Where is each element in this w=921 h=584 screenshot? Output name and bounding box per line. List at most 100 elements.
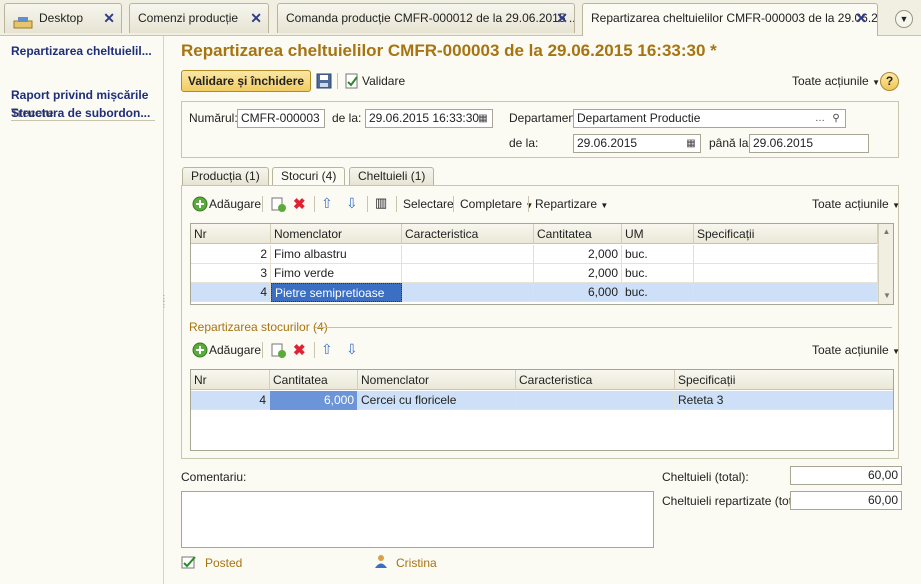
move-down-icon[interactable]: ⇩ <box>346 195 358 212</box>
chevron-down-icon: ▼ <box>525 201 534 210</box>
distributed-field[interactable]: 60,00 <box>790 491 902 510</box>
chevron-down-icon: ▼ <box>892 347 900 356</box>
comment-textarea[interactable] <box>181 491 654 548</box>
table-row[interactable]: 2 Fimo albastru 2,000 buc. <box>191 245 893 264</box>
department-value: Departament Productie <box>577 111 701 125</box>
quantity-cell: 6,000 <box>534 283 622 302</box>
column-header[interactable]: Nr <box>191 224 271 244</box>
close-icon[interactable]: ✕ <box>103 4 115 32</box>
item-cell[interactable]: Pietre semipretioase <box>271 283 402 302</box>
copy-icon[interactable] <box>270 196 286 212</box>
save-icon[interactable] <box>316 73 332 89</box>
tab-cheltuieli[interactable]: Cheltuieli (1) <box>349 167 435 185</box>
save-close-button[interactable]: Validare și închidere <box>181 70 311 92</box>
add-icon <box>192 196 208 212</box>
ellipsis-icon[interactable]: … <box>812 110 828 127</box>
column-header[interactable]: Specificații <box>675 370 893 390</box>
help-button[interactable]: ? <box>880 72 899 91</box>
table-header: Nr Cantitatea Nomenclator Caracteristica… <box>191 370 893 390</box>
scroll-up-icon[interactable]: ▲ <box>879 224 893 240</box>
close-icon[interactable]: ✕ <box>855 4 867 32</box>
sidebar-item-report[interactable]: Raport privind mișcările <box>11 88 148 102</box>
table-row[interactable]: 3 Fimo verde 2,000 buc. <box>191 264 893 283</box>
date-value: 29.06.2015 16:33:30 <box>369 111 480 125</box>
divider <box>528 196 529 212</box>
column-header[interactable]: Nomenclator <box>271 224 402 244</box>
copy-icon[interactable] <box>270 342 286 358</box>
tab-desktop[interactable]: Desktop ✕ <box>4 3 122 33</box>
number-field[interactable]: CMFR-000003 <box>237 109 325 128</box>
sidebar-item-structure[interactable]: Structura de subordon... <box>11 106 150 120</box>
distribute-label: Repartizare <box>535 197 598 211</box>
to-date-field[interactable]: 29.06.2015 <box>749 134 869 153</box>
tab-label: Repartizarea cheltuielilor CMFR-000003 d… <box>591 11 878 25</box>
divider <box>314 196 315 212</box>
move-down-icon[interactable]: ⇩ <box>346 341 358 358</box>
stocks-table[interactable]: Nr Nomenclator Caracteristica Cantitatea… <box>190 223 894 305</box>
stocks-all-actions-menu[interactable]: Toate acțiunile ▼ <box>812 196 900 214</box>
barcode-icon[interactable]: ▥ <box>375 195 387 211</box>
tab-label: Comanda producție CMFR-000012 de la 29.0… <box>286 11 575 25</box>
search-icon[interactable]: ⚲ <box>828 110 844 127</box>
department-label: Departament: <box>509 111 582 125</box>
comment-label: Comentariu: <box>181 470 247 484</box>
add-button[interactable]: Adăugare <box>209 196 261 212</box>
add-button[interactable]: Adăugare <box>209 342 261 358</box>
total-field[interactable]: 60,00 <box>790 466 902 485</box>
column-header[interactable]: UM <box>622 224 694 244</box>
move-up-icon[interactable]: ⇧ <box>321 341 333 358</box>
tab-repartizarea[interactable]: Repartizarea cheltuielilor CMFR-000003 d… <box>582 3 878 36</box>
sidebar-item-current[interactable]: Repartizarea cheltuielil... <box>11 44 152 58</box>
column-header[interactable]: Caracteristica <box>516 370 675 390</box>
item-cell: Fimo albastru <box>271 245 402 264</box>
scroll-down-icon[interactable]: ▼ <box>879 288 893 304</box>
divider <box>337 73 338 89</box>
from-date-value: 29.06.2015 <box>577 136 638 150</box>
add-icon <box>192 342 208 358</box>
tabs-menu-chevron-icon[interactable]: ▼ <box>895 10 913 28</box>
all-actions-menu[interactable]: Toate acțiunile ▼ <box>792 73 880 91</box>
column-header[interactable]: Nomenclator <box>358 370 516 390</box>
tab-comenzi[interactable]: Comenzi producție ✕ <box>129 3 269 33</box>
complete-menu[interactable]: Completare ▼ <box>460 196 533 214</box>
post-button[interactable]: Validare <box>362 73 405 89</box>
item-cell: Fimo verde <box>271 264 402 283</box>
department-field[interactable]: Departament Productie … ⚲ <box>573 109 846 128</box>
tab-productia[interactable]: Producția (1) <box>182 167 269 185</box>
tab-label: Desktop <box>39 11 84 25</box>
table-row-selected[interactable]: 4 Pietre semipretioase 6,000 buc. <box>191 283 893 302</box>
delete-icon[interactable]: ✖ <box>293 195 306 213</box>
column-header[interactable]: Nr <box>191 370 270 390</box>
column-header[interactable]: Cantitatea <box>270 370 358 390</box>
divider <box>262 342 263 358</box>
distribution-all-actions-menu[interactable]: Toate acțiunile ▼ <box>812 342 900 360</box>
close-icon[interactable]: ✕ <box>556 4 568 32</box>
all-actions-label: Toate acțiunile <box>812 197 889 211</box>
scrollbar[interactable]: ▲ ▼ <box>878 224 893 304</box>
tab-comanda[interactable]: Comanda producție CMFR-000012 de la 29.0… <box>277 3 575 33</box>
tab-stocuri[interactable]: Stocuri (4) <box>272 167 346 186</box>
move-up-icon[interactable]: ⇧ <box>321 195 333 212</box>
posted-icon <box>181 555 197 569</box>
column-header[interactable]: Cantitatea <box>534 224 622 244</box>
status-text: Posted <box>205 556 243 570</box>
column-header[interactable]: Caracteristica <box>402 224 534 244</box>
user-name: Cristina <box>396 556 437 570</box>
table-row-selected[interactable]: 4 6,000 Cercei cu floricele Reteta 3 <box>191 391 893 410</box>
delete-icon[interactable]: ✖ <box>293 341 306 359</box>
select-button[interactable]: Selectare <box>403 196 454 212</box>
spec-cell <box>694 245 878 264</box>
column-header[interactable]: Specificații <box>694 224 878 244</box>
post-icon[interactable] <box>344 73 360 89</box>
total-label: Cheltuieli (total): <box>662 470 749 484</box>
distribute-menu[interactable]: Repartizare ▼ <box>535 196 608 214</box>
from-date-field[interactable]: 29.06.2015 ▦ <box>573 134 701 153</box>
splitter-handle[interactable]: ⋮ ⋮ <box>160 295 168 326</box>
calendar-icon[interactable]: ▦ <box>683 135 699 152</box>
calendar-icon[interactable]: ▦ <box>475 110 491 127</box>
distribution-table[interactable]: Nr Cantitatea Nomenclator Caracteristica… <box>190 369 894 451</box>
close-icon[interactable]: ✕ <box>250 4 262 32</box>
tab-bar: Desktop ✕ Comenzi producție ✕ Comanda pr… <box>0 0 921 36</box>
date-field[interactable]: 29.06.2015 16:33:30 ▦ <box>365 109 493 128</box>
quantity-cell[interactable]: 6,000 <box>270 391 358 410</box>
